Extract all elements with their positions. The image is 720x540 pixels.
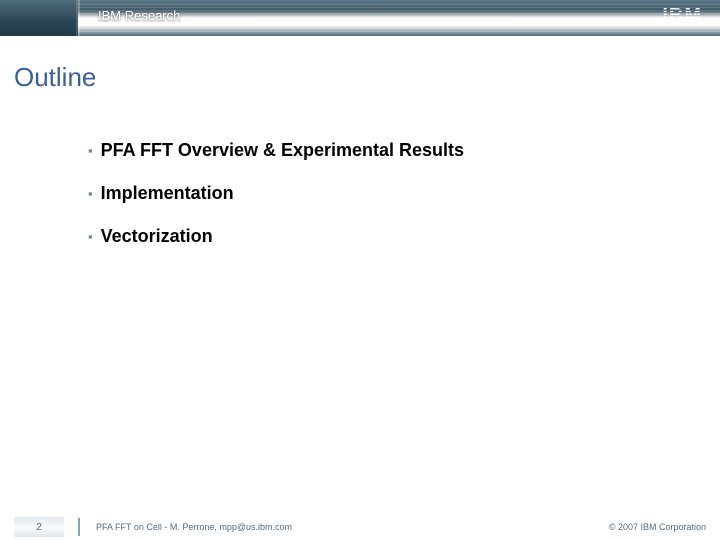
header-accent-block bbox=[0, 0, 78, 36]
bullet-list: ▪ PFA FFT Overview & Experimental Result… bbox=[88, 140, 464, 269]
footer-attribution: PFA FFT on Cell - M. Perrone, mpp@us.ibm… bbox=[96, 522, 292, 532]
bullet-icon: ▪ bbox=[88, 144, 93, 157]
bullet-text: PFA FFT Overview & Experimental Results bbox=[101, 140, 464, 161]
header-org-label: IBM Research bbox=[98, 8, 180, 23]
slide-title: Outline bbox=[14, 62, 96, 93]
list-item: ▪ Implementation bbox=[88, 183, 464, 204]
bullet-text: Vectorization bbox=[101, 226, 213, 247]
bullet-icon: ▪ bbox=[88, 187, 93, 200]
header-divider bbox=[78, 0, 80, 36]
footer-divider bbox=[78, 518, 80, 536]
list-item: ▪ Vectorization bbox=[88, 226, 464, 247]
list-item: ▪ PFA FFT Overview & Experimental Result… bbox=[88, 140, 464, 161]
footer-copyright: © 2007 IBM Corporation bbox=[609, 522, 706, 532]
slide-footer: 2 PFA FFT on Cell - M. Perrone, mpp@us.i… bbox=[0, 514, 720, 540]
page-number: 2 bbox=[36, 522, 42, 533]
ibm-logo-icon: IBM bbox=[662, 6, 702, 27]
ibm-logo-text: IBM bbox=[662, 5, 702, 27]
slide-header: IBM Research IBM bbox=[0, 0, 720, 36]
bullet-text: Implementation bbox=[101, 183, 234, 204]
bullet-icon: ▪ bbox=[88, 230, 93, 243]
page-number-box: 2 bbox=[0, 514, 78, 540]
